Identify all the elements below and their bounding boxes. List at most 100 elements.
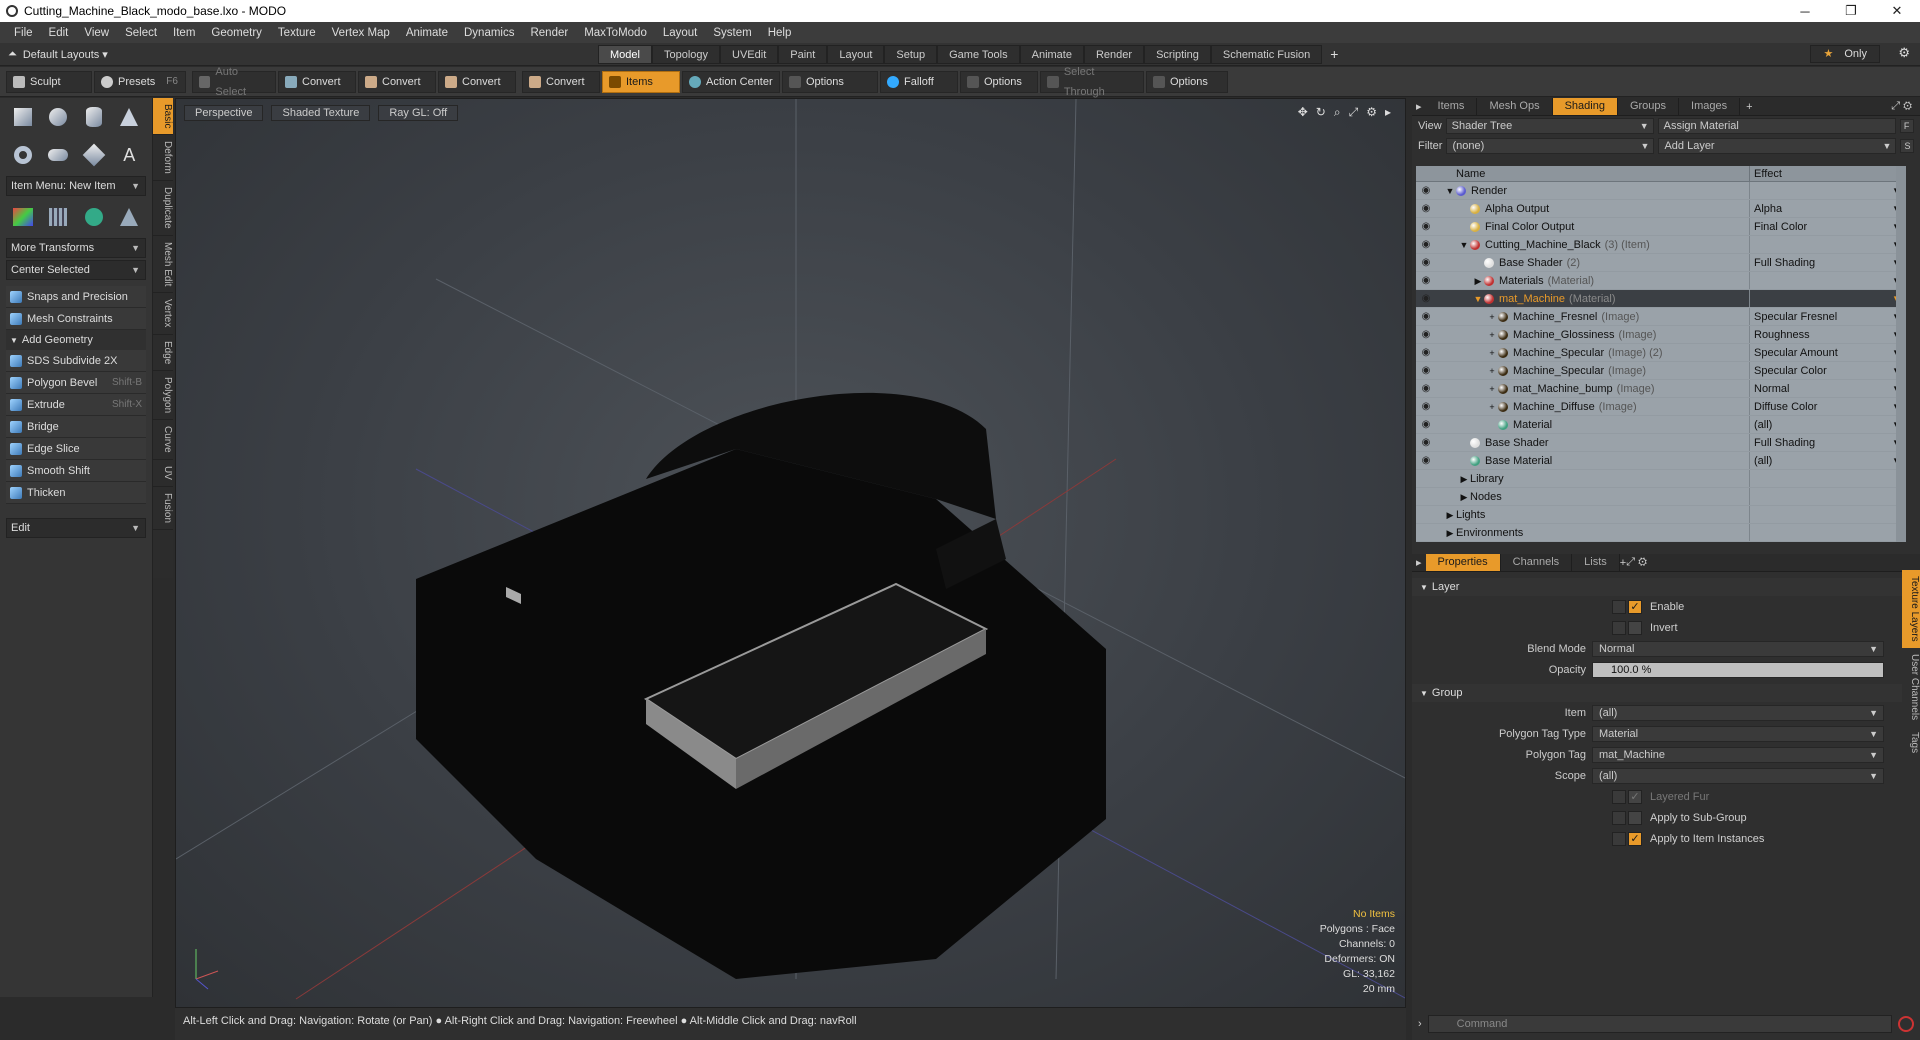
sculpt-button[interactable]: Sculpt: [6, 70, 92, 93]
eye-icon[interactable]: ◉: [1416, 218, 1436, 235]
menu-texture[interactable]: Texture: [270, 27, 324, 39]
maximize-button[interactable]: ❐: [1828, 3, 1874, 19]
shader-tree-scrollbar[interactable]: [1896, 166, 1906, 542]
invert-checkbox[interactable]: [1628, 620, 1642, 635]
action-center-button[interactable]: Action Center: [682, 70, 780, 93]
group-section-header[interactable]: ▼ Group: [1412, 684, 1902, 702]
vtab-edge[interactable]: Edge: [153, 335, 173, 372]
tab-lists[interactable]: Lists: [1572, 554, 1620, 571]
edge-slice-button[interactable]: Edge Slice: [6, 438, 146, 460]
vtab-texture-layers[interactable]: Texture Layers: [1902, 570, 1920, 648]
polygon-tag-dropdown[interactable]: mat_Machine ▼: [1592, 746, 1884, 763]
maximize-panel-icon[interactable]: ⤢ ⚙: [1626, 556, 1647, 569]
shader-tree-row[interactable]: ◉ ▶ Materials(Material) ▼: [1416, 272, 1906, 290]
vtab-user-channels[interactable]: User Channels: [1902, 648, 1920, 726]
center-selected-dropdown[interactable]: Center Selected ▼: [6, 260, 146, 280]
convert-materials-button[interactable]: Convert: [522, 70, 600, 93]
shader-tree-row[interactable]: ◉ ▼ Render ▼: [1416, 182, 1906, 200]
presets-button[interactable]: Presets F6: [94, 70, 186, 93]
expand-arrow-icon[interactable]: ▸: [1385, 105, 1391, 120]
expand-toggle-icon[interactable]: ▶: [1458, 470, 1470, 487]
expand-toggle-icon[interactable]: +: [1486, 380, 1498, 397]
more-transforms-dropdown[interactable]: More Transforms ▼: [6, 238, 146, 258]
vtab-vertex[interactable]: Vertex: [153, 293, 173, 335]
zoom-icon[interactable]: ⌕: [1334, 105, 1341, 120]
eye-icon[interactable]: ◉: [1416, 290, 1436, 307]
menu-render[interactable]: Render: [522, 27, 576, 39]
eye-icon[interactable]: ◉: [1416, 236, 1436, 253]
effect-cell[interactable]: [1750, 488, 1906, 505]
gear-icon[interactable]: ⚙: [1898, 45, 1910, 61]
minimize-button[interactable]: ─: [1782, 4, 1828, 19]
add-layer-dropdown[interactable]: Add Layer ▼: [1658, 138, 1897, 154]
menu-animate[interactable]: Animate: [398, 27, 456, 39]
shader-tree-row[interactable]: ◉ Material (all)▼: [1416, 416, 1906, 434]
blend-mode-dropdown[interactable]: Normal ▼: [1592, 640, 1884, 657]
tab-images[interactable]: Images: [1679, 98, 1741, 115]
panel-arrow-icon[interactable]: ▸: [1412, 100, 1426, 113]
shader-tree-row[interactable]: ◉ + Machine_Fresnel (Image) Specular Fresnel…: [1416, 308, 1906, 326]
polygon-bevel-button[interactable]: Polygon Bevel Shift-B: [6, 372, 146, 394]
eye-icon[interactable]: ◉: [1416, 434, 1436, 451]
enable-checkbox[interactable]: ✓: [1628, 599, 1642, 614]
invert-checkbox-row[interactable]: Invert: [1612, 620, 1678, 635]
select-through-options-button[interactable]: Options: [1146, 70, 1228, 93]
menu-help[interactable]: Help: [760, 27, 800, 39]
globe-icon[interactable]: [79, 202, 109, 232]
sphere-icon[interactable]: [44, 102, 74, 132]
tab-paint[interactable]: Paint: [778, 44, 828, 64]
cube-icon[interactable]: [8, 102, 38, 132]
eye-icon[interactable]: ◉: [1416, 344, 1436, 361]
close-button[interactable]: ✕: [1874, 3, 1920, 19]
effect-cell[interactable]: Full Shading▼: [1750, 254, 1906, 271]
effect-cell[interactable]: [1750, 470, 1906, 487]
3d-viewport[interactable]: Perspective Shaded Texture Ray GL: Off ✥…: [175, 98, 1406, 1008]
tab-topology[interactable]: Topology: [651, 44, 721, 64]
shader-tree-row[interactable]: ◉Base Shader(2)Full Shading▼: [1416, 254, 1906, 272]
effect-column-header[interactable]: Effect: [1750, 166, 1782, 181]
expand-toggle-icon[interactable]: ▼: [1444, 182, 1456, 199]
effect-cell[interactable]: ▼: [1750, 272, 1906, 289]
tab-setup[interactable]: Setup: [884, 44, 938, 64]
eye-icon[interactable]: [1416, 506, 1436, 523]
auto-select-button[interactable]: Auto Select: [192, 66, 276, 98]
eye-icon[interactable]: ◉: [1416, 308, 1436, 325]
expand-toggle-icon[interactable]: +: [1486, 308, 1498, 325]
effect-cell[interactable]: Specular Amount▼: [1750, 344, 1906, 361]
eye-icon[interactable]: ◉: [1416, 416, 1436, 433]
eye-icon[interactable]: ◉: [1416, 272, 1436, 289]
menu-select[interactable]: Select: [117, 27, 165, 39]
tab-uvedit[interactable]: UVEdit: [720, 44, 779, 64]
tab-game-tools[interactable]: Game Tools: [937, 44, 1020, 64]
panel-arrow-icon[interactable]: ▸: [1412, 556, 1426, 569]
shader-tree-row[interactable]: ◉ + Machine_Specular (Image) (2) Specular Am…: [1416, 344, 1906, 362]
tab-groups[interactable]: Groups: [1618, 98, 1680, 115]
tab-properties[interactable]: Properties: [1425, 554, 1501, 571]
effect-cell[interactable]: Normal▼: [1750, 380, 1906, 397]
eye-icon[interactable]: [1416, 524, 1436, 541]
effect-cell[interactable]: Final Color▼: [1750, 218, 1906, 235]
menu-file[interactable]: File: [6, 27, 41, 39]
eye-icon[interactable]: ◉: [1416, 326, 1436, 343]
scope-dropdown[interactable]: (all) ▼: [1592, 767, 1884, 784]
effect-cell[interactable]: [1750, 524, 1906, 541]
shader-tree-row[interactable]: ◉ + mat_Machine_bump(Image) Normal▼: [1416, 380, 1906, 398]
effect-cell[interactable]: Diffuse Color▼: [1750, 398, 1906, 415]
effect-cell[interactable]: (all)▼: [1750, 416, 1906, 433]
vtab-fusion[interactable]: Fusion: [153, 487, 173, 530]
effect-cell[interactable]: Full Shading▼: [1750, 434, 1906, 451]
effect-cell[interactable]: Roughness▼: [1750, 326, 1906, 343]
eye-icon[interactable]: [1416, 470, 1436, 487]
eye-icon[interactable]: ◉: [1416, 362, 1436, 379]
tab-shading[interactable]: Shading: [1552, 98, 1618, 115]
maximize-panel-icon[interactable]: ⤢ ⚙: [1891, 100, 1912, 113]
add-geometry-section[interactable]: ▼ Add Geometry: [6, 330, 146, 350]
view-dropdown[interactable]: Shader Tree ▼: [1445, 118, 1654, 134]
expand-toggle-icon[interactable]: +: [1486, 398, 1498, 415]
shader-tree-row[interactable]: ◉ Final Color Output Final Color▼: [1416, 218, 1906, 236]
edit-dropdown[interactable]: Edit ▼: [6, 518, 146, 538]
shading-mode-button[interactable]: Shaded Texture: [271, 105, 371, 121]
cylinder-icon[interactable]: [79, 102, 109, 132]
shader-tree-row[interactable]: ◉ ▼ mat_Machine(Material) ▼: [1416, 290, 1906, 308]
assign-material-button[interactable]: Assign Material: [1657, 118, 1896, 134]
